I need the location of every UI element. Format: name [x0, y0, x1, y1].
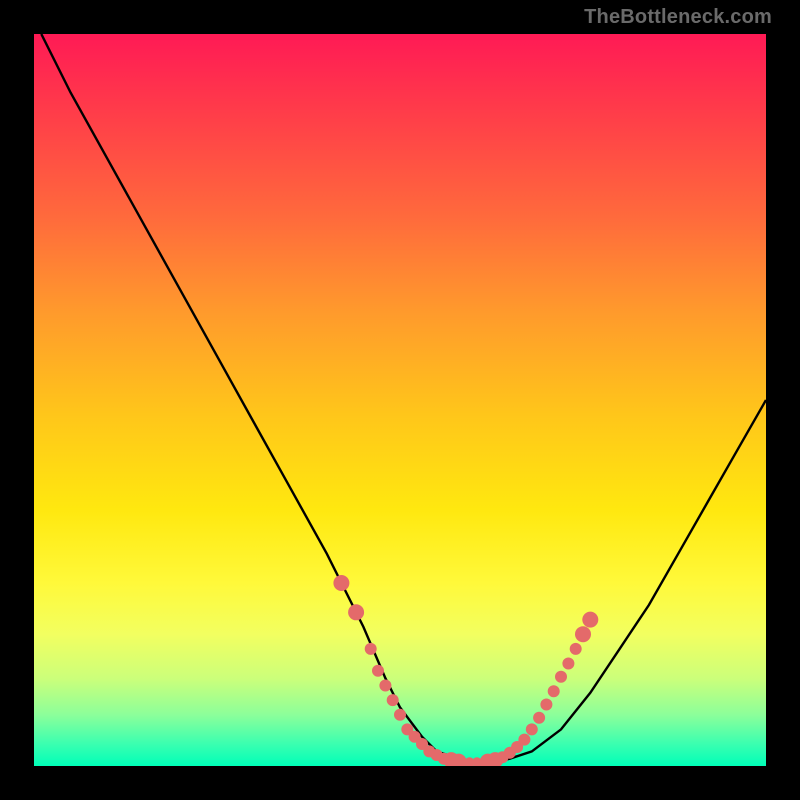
data-marker: [570, 643, 582, 655]
plot-area: [34, 34, 766, 766]
data-marker: [526, 723, 538, 735]
watermark-text: TheBottleneck.com: [584, 6, 772, 29]
data-marker: [379, 680, 391, 692]
chart-frame: TheBottleneck.com: [0, 0, 800, 800]
data-marker: [394, 709, 406, 721]
marker-group-left: [333, 575, 489, 766]
data-marker: [365, 643, 377, 655]
chart-svg: [34, 34, 766, 766]
data-marker: [533, 712, 545, 724]
data-marker: [540, 699, 552, 711]
data-marker: [582, 612, 598, 628]
data-marker: [562, 658, 574, 670]
data-marker: [348, 604, 364, 620]
data-marker: [333, 575, 349, 591]
data-marker: [575, 626, 591, 642]
curve-path: [41, 34, 766, 762]
marker-group-right: [480, 612, 599, 766]
data-marker: [387, 694, 399, 706]
data-marker: [548, 685, 560, 697]
data-marker: [372, 665, 384, 677]
data-marker: [518, 734, 530, 746]
data-marker: [555, 671, 567, 683]
